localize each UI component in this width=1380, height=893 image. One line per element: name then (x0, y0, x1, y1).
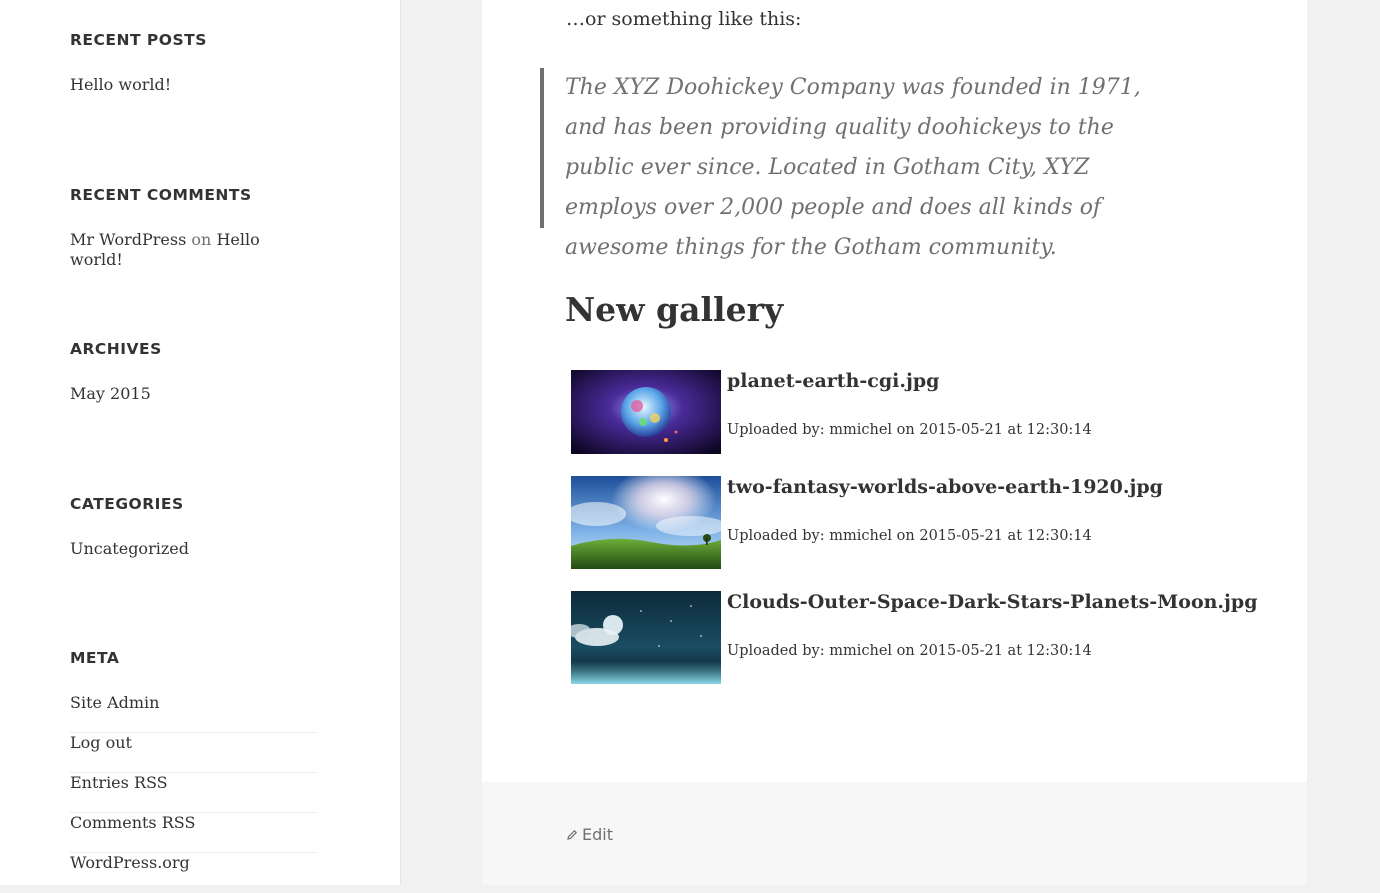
widget-title-archives: ARCHIVES (70, 340, 162, 358)
meta-item: Comments RSS (70, 813, 317, 853)
gallery-item-title[interactable]: Clouds-Outer-Space-Dark-Stars-Planets-Mo… (727, 591, 1258, 613)
meta-link-log-out[interactable]: Log out (70, 733, 132, 752)
meta-link-site-admin[interactable]: Site Admin (70, 693, 159, 712)
post-footer: Edit (482, 782, 1307, 885)
category-link[interactable]: Uncategorized (70, 539, 189, 558)
comment-author-link[interactable]: Mr WordPress (70, 230, 186, 249)
right-gutter (1307, 0, 1380, 885)
widget-archives: ARCHIVES May 2015 (70, 340, 317, 404)
thumbnail-planet-earth[interactable] (571, 370, 721, 454)
widget-meta: META Site Admin Log out Entries RSS Comm… (70, 649, 317, 893)
widget-title-recent-posts: RECENT POSTS (70, 31, 207, 49)
gallery-item-title[interactable]: two-fantasy-worlds-above-earth-1920.jpg (727, 476, 1163, 498)
meta-link-entries-rss[interactable]: Entries RSS (70, 773, 168, 792)
edit-label: Edit (582, 825, 613, 844)
widget-recent-comments: RECENT COMMENTS Mr WordPress on Hello wo… (70, 186, 317, 270)
thumbnail-clouds-space[interactable] (571, 591, 721, 684)
gallery-item-meta: Uploaded by: mmichel on 2015-05-21 at 12… (727, 422, 1092, 438)
gallery-item-title[interactable]: planet-earth-cgi.jpg (727, 370, 939, 392)
comment-connector: on (191, 230, 212, 249)
widget-title-categories: CATEGORIES (70, 495, 184, 513)
blockquote: The XYZ Doohickey Company was founded in… (540, 68, 1180, 260)
widget-recent-posts: RECENT POSTS Hello world! (70, 31, 317, 95)
meta-link-wordpress-org[interactable]: WordPress.org (70, 853, 190, 872)
post-content: …or something like this: The XYZ Doohick… (482, 0, 1307, 782)
gallery-item: two-fantasy-worlds-above-earth-1920.jpg … (571, 476, 1271, 569)
meta-item: Site Admin (70, 693, 317, 733)
gallery-item-meta: Uploaded by: mmichel on 2015-05-21 at 12… (727, 528, 1092, 544)
meta-list: Site Admin Log out Entries RSS Comments … (70, 693, 317, 893)
recent-post-link[interactable]: Hello world! (70, 75, 171, 94)
gallery-item-meta: Uploaded by: mmichel on 2015-05-21 at 12… (727, 643, 1092, 659)
widget-title-meta: META (70, 649, 120, 667)
meta-item: Log out (70, 733, 317, 773)
meta-item: Entries RSS (70, 773, 317, 813)
gallery-item: planet-earth-cgi.jpg Uploaded by: mmiche… (571, 370, 1271, 454)
widget-title-recent-comments: RECENT COMMENTS (70, 186, 252, 204)
archive-link[interactable]: May 2015 (70, 384, 151, 403)
meta-link-comments-rss[interactable]: Comments RSS (70, 813, 195, 832)
lead-paragraph: …or something like this: (566, 8, 802, 30)
pencil-icon (567, 829, 578, 840)
gallery-title: New gallery (565, 290, 784, 329)
meta-item: WordPress.org (70, 853, 317, 893)
widget-categories: CATEGORIES Uncategorized (70, 495, 317, 559)
gallery-item: Clouds-Outer-Space-Dark-Stars-Planets-Mo… (571, 591, 1271, 684)
thumbnail-fantasy-worlds[interactable] (571, 476, 721, 569)
edit-link[interactable]: Edit (566, 825, 613, 844)
sidebar: RECENT POSTS Hello world! RECENT COMMENT… (0, 0, 401, 885)
